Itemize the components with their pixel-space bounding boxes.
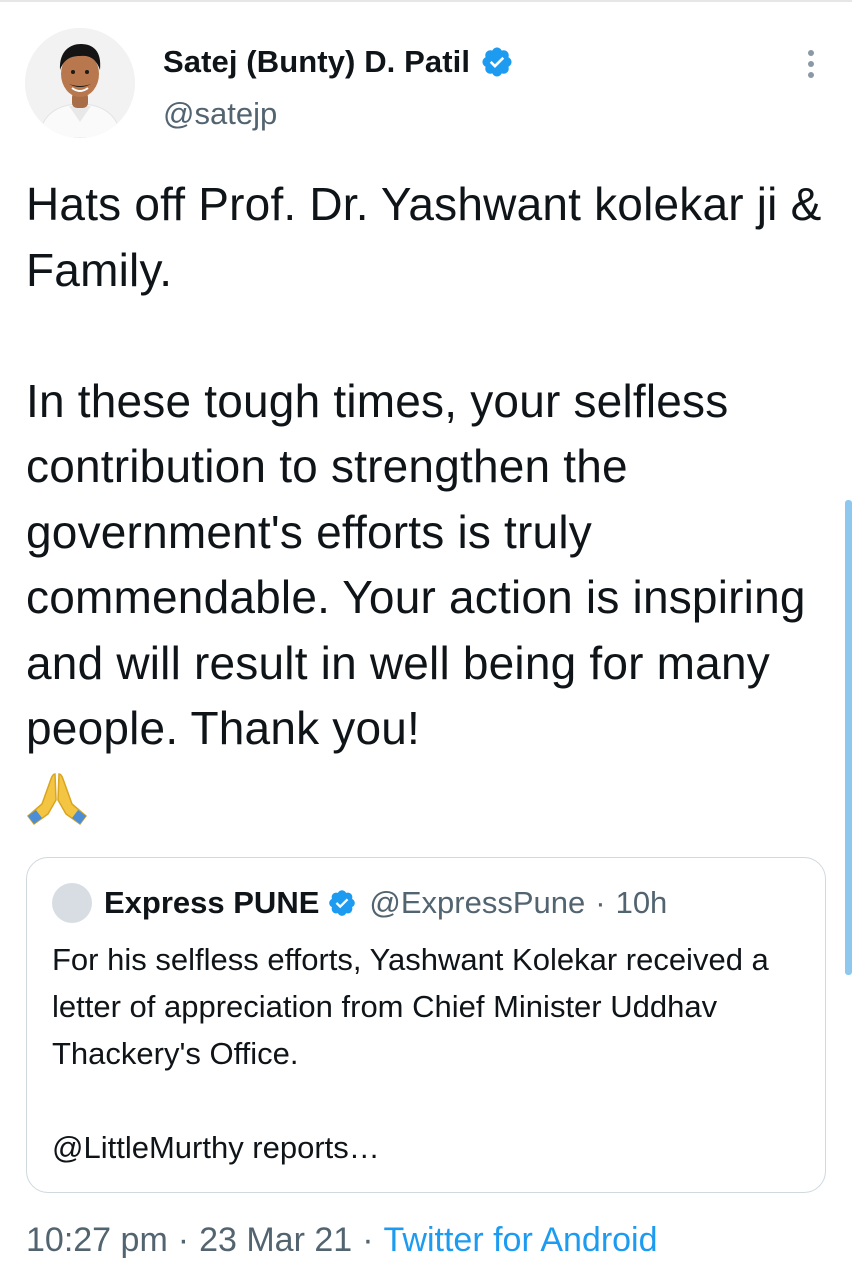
more-options-icon[interactable] bbox=[796, 44, 826, 84]
quoted-author-avatar bbox=[52, 883, 92, 923]
quoted-tweet-card[interactable]: Express PUNE @ExpressPune · 10h For his … bbox=[26, 857, 826, 1193]
more-dot bbox=[808, 50, 814, 56]
author-name[interactable]: Satej (Bunty) D. Patil bbox=[163, 44, 470, 80]
scrollbar[interactable] bbox=[845, 500, 852, 975]
author-name-row[interactable]: Satej (Bunty) D. Patil bbox=[163, 42, 514, 82]
quoted-tweet-header: Express PUNE @ExpressPune · 10h bbox=[52, 883, 667, 923]
folded-hands-emoji bbox=[26, 773, 88, 826]
author-handle[interactable]: @satejp bbox=[163, 96, 277, 132]
more-dot bbox=[808, 72, 814, 78]
meta-separator: · bbox=[177, 1220, 190, 1259]
tweet-meta: 10:27 pm · 23 Mar 21 · Twitter for Andro… bbox=[26, 1218, 658, 1262]
tweet-date[interactable]: 23 Mar 21 bbox=[199, 1221, 352, 1260]
more-dot bbox=[808, 61, 814, 67]
verified-badge-icon bbox=[482, 47, 512, 77]
tweet-text: Hats off Prof. Dr. Yashwant kolekar ji &… bbox=[26, 178, 822, 754]
verified-badge-icon bbox=[329, 890, 356, 916]
quoted-author-name: Express PUNE bbox=[104, 885, 320, 920]
quoted-separator: · bbox=[595, 885, 606, 920]
author-avatar-image bbox=[25, 28, 135, 138]
quoted-tweet-text: For his selfless efforts, Yashwant Kolek… bbox=[52, 942, 769, 1165]
tweet-source-link[interactable]: Twitter for Android bbox=[384, 1221, 658, 1260]
quoted-author-handle: @ExpressPune bbox=[369, 885, 586, 920]
meta-separator: · bbox=[362, 1220, 374, 1259]
quoted-time: 10h bbox=[615, 885, 668, 920]
top-divider bbox=[0, 0, 852, 2]
tweet-time[interactable]: 10:27 pm bbox=[26, 1221, 168, 1260]
author-avatar[interactable] bbox=[25, 28, 135, 138]
